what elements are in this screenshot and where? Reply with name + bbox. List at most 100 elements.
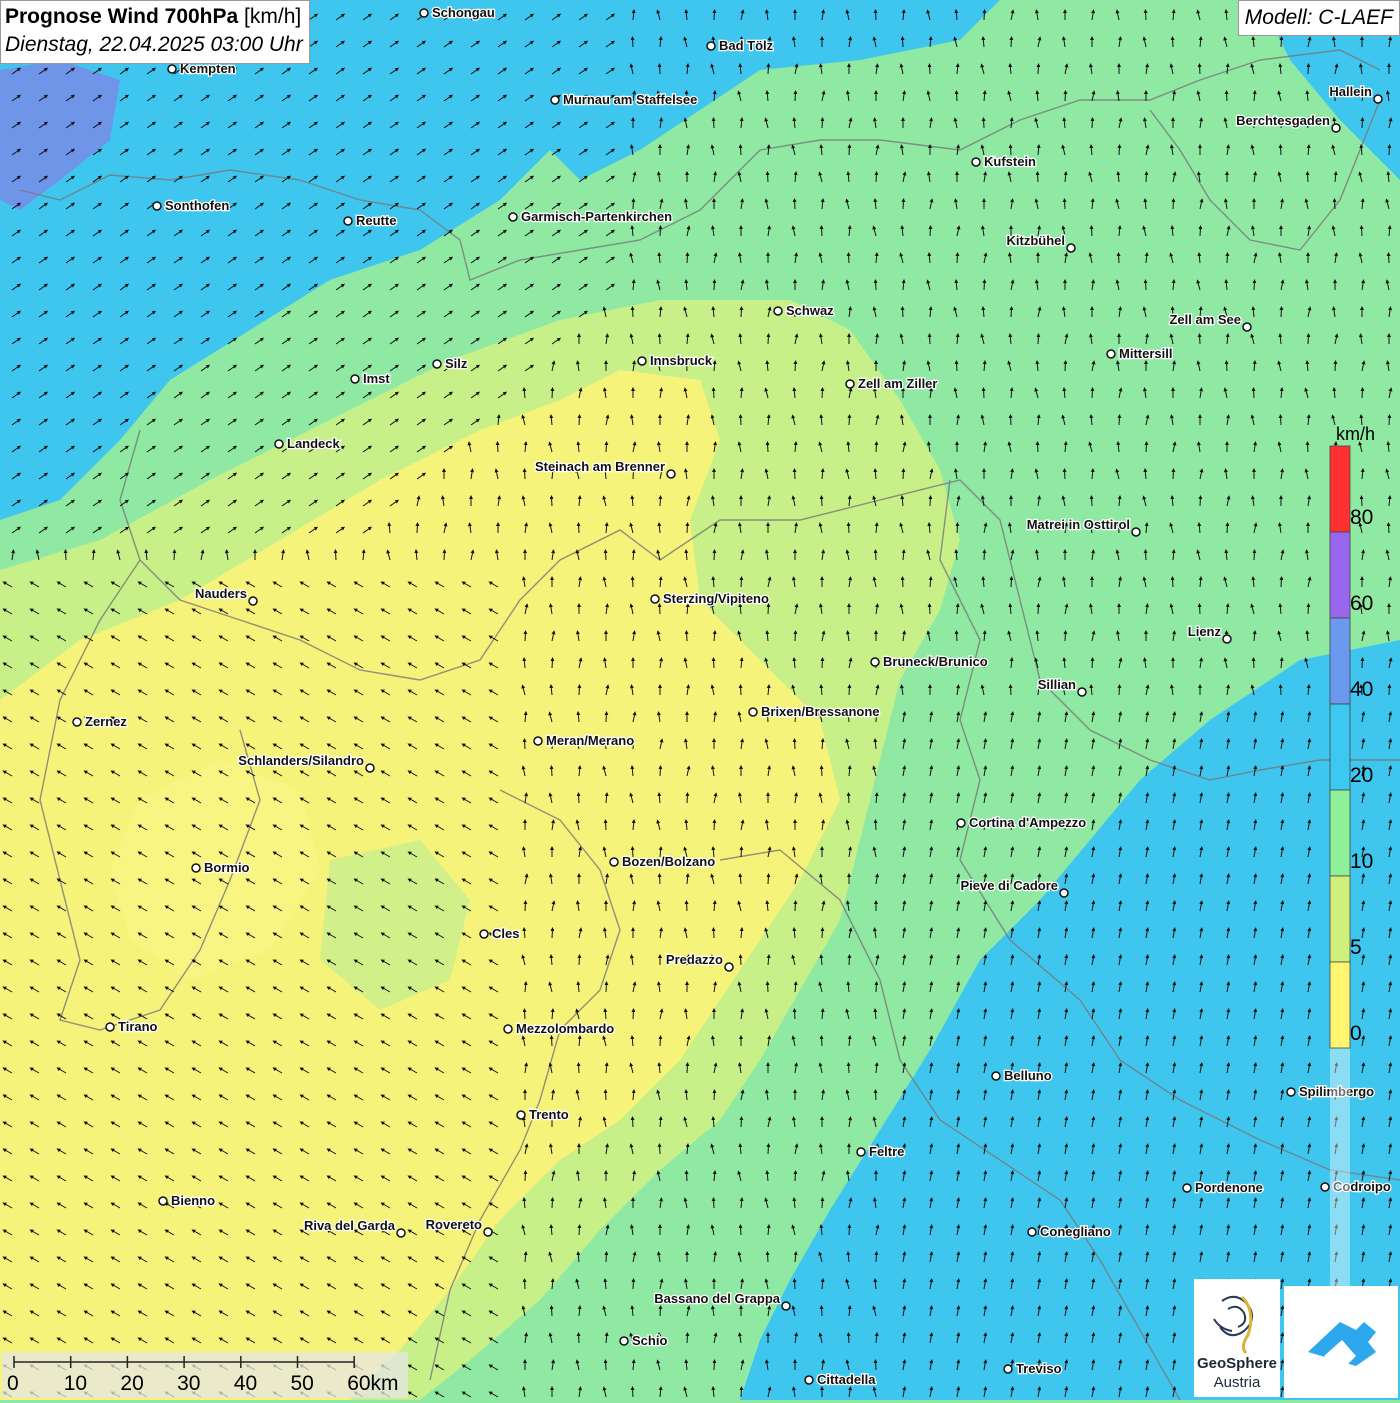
scale-label: 10 — [63, 1372, 88, 1395]
city-label: Belluno — [1004, 1068, 1052, 1083]
scale-label: 0 — [7, 1372, 19, 1395]
city-dot-icon — [619, 1336, 629, 1346]
city-dot-icon — [991, 1071, 1001, 1081]
scale-label: 50 — [290, 1372, 314, 1395]
legend-label: 40 — [1350, 678, 1374, 701]
app-logo — [1284, 1286, 1398, 1398]
city-dot-icon — [1131, 527, 1141, 537]
city-label: Imst — [363, 371, 390, 386]
city-marker: Zell am Ziller — [845, 375, 939, 392]
city-marker: Garmisch-Partenkirchen — [508, 208, 673, 225]
city-dot-icon — [1222, 634, 1232, 644]
city-label: Sonthofen — [165, 198, 229, 213]
city-label: Pieve di Cadore — [960, 878, 1058, 893]
city-marker: Sonthofen — [152, 197, 231, 214]
city-marker: Brixen/Bressanone — [748, 703, 881, 720]
legend-label: 5 — [1350, 936, 1362, 959]
city-dot-icon — [1373, 94, 1383, 104]
city-dot-icon — [609, 857, 619, 867]
city-dot-icon — [105, 1022, 115, 1032]
city-dot-icon — [706, 41, 716, 51]
city-dot-icon — [432, 359, 442, 369]
city-label: Mezzolombardo — [516, 1021, 614, 1036]
title-main-line: Prognose Wind 700hPa [km/h] — [5, 3, 303, 31]
scale-label: 20 — [120, 1372, 144, 1395]
city-dot-icon — [781, 1301, 791, 1311]
legend-colorbar — [1329, 445, 1351, 1350]
legend-label: 80 — [1350, 506, 1374, 529]
city-marker: Murnau am Staffelsee — [550, 91, 699, 108]
scale-label: 60km — [347, 1372, 399, 1395]
city-label: Tirano — [118, 1019, 158, 1034]
city-dot-icon — [503, 1024, 513, 1034]
city-label: Trento — [529, 1107, 569, 1122]
legend-swatch — [1329, 703, 1351, 791]
legend-swatch — [1329, 445, 1351, 533]
legend-unit: km/h — [1336, 424, 1376, 444]
city-dot-icon — [483, 1227, 493, 1237]
city-dot-icon — [650, 594, 660, 604]
city-label: Sterzing/Vipiteno — [663, 591, 769, 606]
city-dot-icon — [365, 763, 375, 773]
city-marker: Schongau — [419, 4, 496, 21]
city-label: Hallein — [1329, 84, 1372, 99]
city-label: Bassano del Grappa — [654, 1291, 780, 1306]
city-dot-icon — [870, 657, 880, 667]
geosphere-name: GeoSphere — [1196, 1355, 1278, 1372]
city-label: Schongau — [432, 5, 495, 20]
scale-bar: 0 10 20 30 40 50 60km — [2, 1352, 408, 1398]
city-label: Berchtesgaden — [1236, 113, 1330, 128]
city-dot-icon — [856, 1147, 866, 1157]
city-dot-icon — [158, 1196, 168, 1206]
city-label: Pordenone — [1195, 1180, 1263, 1195]
city-label: Rovereto — [426, 1217, 482, 1232]
city-label: Zell am See — [1169, 312, 1241, 327]
city-dot-icon — [748, 707, 758, 717]
city-label: Silz — [445, 356, 468, 371]
city-dot-icon — [274, 439, 284, 449]
city-dot-icon — [637, 356, 647, 366]
title-main: Prognose Wind 700hPa — [5, 5, 239, 28]
city-dot-icon — [845, 379, 855, 389]
title-box: Prognose Wind 700hPa [km/h] Dienstag, 22… — [0, 0, 310, 64]
city-dot-icon — [1066, 243, 1076, 253]
city-dot-icon — [804, 1375, 814, 1385]
city-dot-icon — [343, 216, 353, 226]
city-dot-icon — [191, 863, 201, 873]
city-dot-icon — [724, 962, 734, 972]
city-label: Bienno — [171, 1193, 215, 1208]
legend-swatch — [1329, 875, 1351, 963]
city-marker: Cortina d'Ampezzo — [956, 814, 1088, 831]
city-dot-icon — [1077, 687, 1087, 697]
city-dot-icon — [1182, 1183, 1192, 1193]
city-dot-icon — [666, 469, 676, 479]
city-dot-icon — [1106, 349, 1116, 359]
city-dot-icon — [533, 736, 543, 746]
geosphere-country: Austria — [1213, 1374, 1261, 1391]
legend-swatch — [1329, 531, 1351, 619]
city-dot-icon — [1003, 1364, 1013, 1374]
city-label: Murnau am Staffelsee — [563, 92, 697, 107]
city-marker: Innsbruck — [637, 352, 714, 369]
city-dot-icon — [971, 157, 981, 167]
legend-label: 60 — [1350, 592, 1374, 615]
city-label: Bormio — [204, 860, 250, 875]
geosphere-emblem-icon — [1213, 1295, 1254, 1355]
city-label: Feltre — [869, 1144, 904, 1159]
scale-label: 30 — [177, 1372, 201, 1395]
city-dot-icon — [1027, 1227, 1037, 1237]
city-label: Bozen/Bolzano — [622, 854, 715, 869]
city-marker: Meran/Merano — [533, 732, 635, 749]
city-marker: Bozen/Bolzano — [609, 853, 716, 870]
city-label: Garmisch-Partenkirchen — [521, 209, 672, 224]
scale-bar-line — [13, 1356, 355, 1368]
city-label: Mittersill — [1119, 346, 1172, 361]
city-label: Reutte — [356, 213, 396, 228]
city-dot-icon — [956, 818, 966, 828]
city-label: Schwaz — [786, 303, 834, 318]
city-label: Kufstein — [984, 154, 1036, 169]
city-label: Schlanders/Silandro — [238, 753, 364, 768]
city-dot-icon — [152, 201, 162, 211]
wind-map: SchongauBad TölzKemptenMurnau am Staffel… — [0, 0, 1400, 1400]
city-dot-icon — [350, 374, 360, 384]
